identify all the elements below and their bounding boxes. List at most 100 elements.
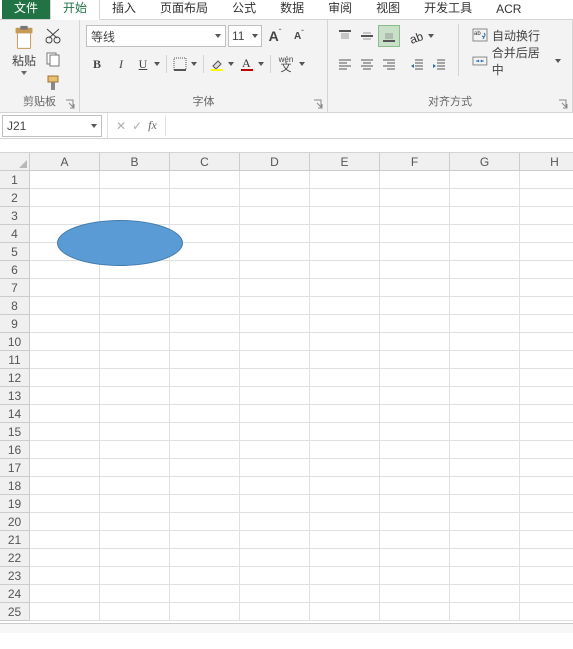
align-left-button[interactable] (334, 53, 356, 75)
cell[interactable] (380, 441, 450, 459)
cell[interactable] (170, 333, 240, 351)
cell[interactable] (310, 567, 380, 585)
cell[interactable] (380, 279, 450, 297)
row-header[interactable]: 5 (0, 243, 30, 261)
cell[interactable] (100, 171, 170, 189)
cell[interactable] (520, 405, 573, 423)
cell[interactable] (170, 567, 240, 585)
cell[interactable] (310, 261, 380, 279)
cell[interactable] (170, 459, 240, 477)
row-header[interactable]: 18 (0, 477, 30, 495)
cell[interactable] (30, 351, 100, 369)
cell[interactable] (100, 549, 170, 567)
cell[interactable] (520, 423, 573, 441)
cell[interactable] (30, 459, 100, 477)
tab-view[interactable]: 视图 (364, 0, 412, 19)
cell[interactable] (100, 315, 170, 333)
cell[interactable] (520, 171, 573, 189)
cell[interactable] (380, 549, 450, 567)
cell[interactable] (240, 477, 310, 495)
cell[interactable] (520, 315, 573, 333)
fill-color-dropdown[interactable] (226, 53, 236, 75)
cell[interactable] (380, 495, 450, 513)
cell[interactable] (170, 369, 240, 387)
borders-dropdown[interactable] (189, 53, 199, 75)
cell[interactable] (310, 207, 380, 225)
cell[interactable] (310, 405, 380, 423)
name-box[interactable]: J21 (2, 115, 102, 137)
cell[interactable] (240, 531, 310, 549)
cell[interactable] (30, 585, 100, 603)
cell[interactable] (310, 387, 380, 405)
cell[interactable] (450, 549, 520, 567)
cut-button[interactable] (44, 27, 62, 45)
cell[interactable] (520, 351, 573, 369)
cell[interactable] (100, 495, 170, 513)
cell[interactable] (520, 495, 573, 513)
row-header[interactable]: 9 (0, 315, 30, 333)
cell[interactable] (520, 297, 573, 315)
cell[interactable] (520, 189, 573, 207)
cell[interactable] (30, 441, 100, 459)
cell[interactable] (240, 495, 310, 513)
cell[interactable] (450, 315, 520, 333)
cell[interactable] (100, 585, 170, 603)
cell[interactable] (100, 297, 170, 315)
cell[interactable] (450, 369, 520, 387)
cell[interactable] (240, 441, 310, 459)
cell[interactable] (100, 351, 170, 369)
cell[interactable] (310, 585, 380, 603)
cell[interactable] (520, 243, 573, 261)
cell[interactable] (30, 369, 100, 387)
cell[interactable] (450, 279, 520, 297)
row-header[interactable]: 16 (0, 441, 30, 459)
cell[interactable] (170, 549, 240, 567)
cell[interactable] (240, 207, 310, 225)
sheet-tabs-bar[interactable] (0, 623, 573, 633)
cell[interactable] (170, 261, 240, 279)
row-header[interactable]: 17 (0, 459, 30, 477)
cell[interactable] (310, 333, 380, 351)
align-middle-button[interactable] (356, 25, 378, 47)
cell[interactable] (380, 189, 450, 207)
cell[interactable] (450, 423, 520, 441)
row-header[interactable]: 3 (0, 207, 30, 225)
cell[interactable] (310, 171, 380, 189)
phonetic-guide-dropdown[interactable] (297, 53, 307, 75)
row-header[interactable]: 6 (0, 261, 30, 279)
orientation-dropdown[interactable] (426, 25, 436, 47)
cell[interactable] (520, 441, 573, 459)
column-header[interactable]: B (100, 153, 170, 171)
cell[interactable] (30, 531, 100, 549)
cell[interactable] (450, 441, 520, 459)
tab-home[interactable]: 开始 (50, 0, 100, 20)
column-header[interactable]: A (30, 153, 100, 171)
cell[interactable] (100, 477, 170, 495)
formula-bar-input[interactable] (165, 115, 573, 137)
cell[interactable] (170, 441, 240, 459)
cell[interactable] (170, 171, 240, 189)
cell[interactable] (170, 405, 240, 423)
cell[interactable] (380, 351, 450, 369)
tab-page-layout[interactable]: 页面布局 (148, 0, 220, 19)
cell[interactable] (520, 585, 573, 603)
cell[interactable] (380, 423, 450, 441)
cell[interactable] (170, 189, 240, 207)
bold-button[interactable]: B (86, 53, 108, 75)
cell[interactable] (380, 567, 450, 585)
cell[interactable] (310, 513, 380, 531)
increase-font-button[interactable]: Aˆ (264, 25, 286, 47)
row-header[interactable]: 14 (0, 405, 30, 423)
cell[interactable] (380, 225, 450, 243)
cell[interactable] (450, 261, 520, 279)
font-size-combo[interactable]: 11 (228, 25, 262, 47)
cell[interactable] (30, 189, 100, 207)
cell[interactable] (380, 315, 450, 333)
cell[interactable] (240, 549, 310, 567)
cell[interactable] (170, 477, 240, 495)
cell[interactable] (30, 333, 100, 351)
font-name-combo[interactable]: 等线 (86, 25, 226, 47)
cell[interactable] (380, 243, 450, 261)
cell[interactable] (240, 423, 310, 441)
cell[interactable] (310, 531, 380, 549)
